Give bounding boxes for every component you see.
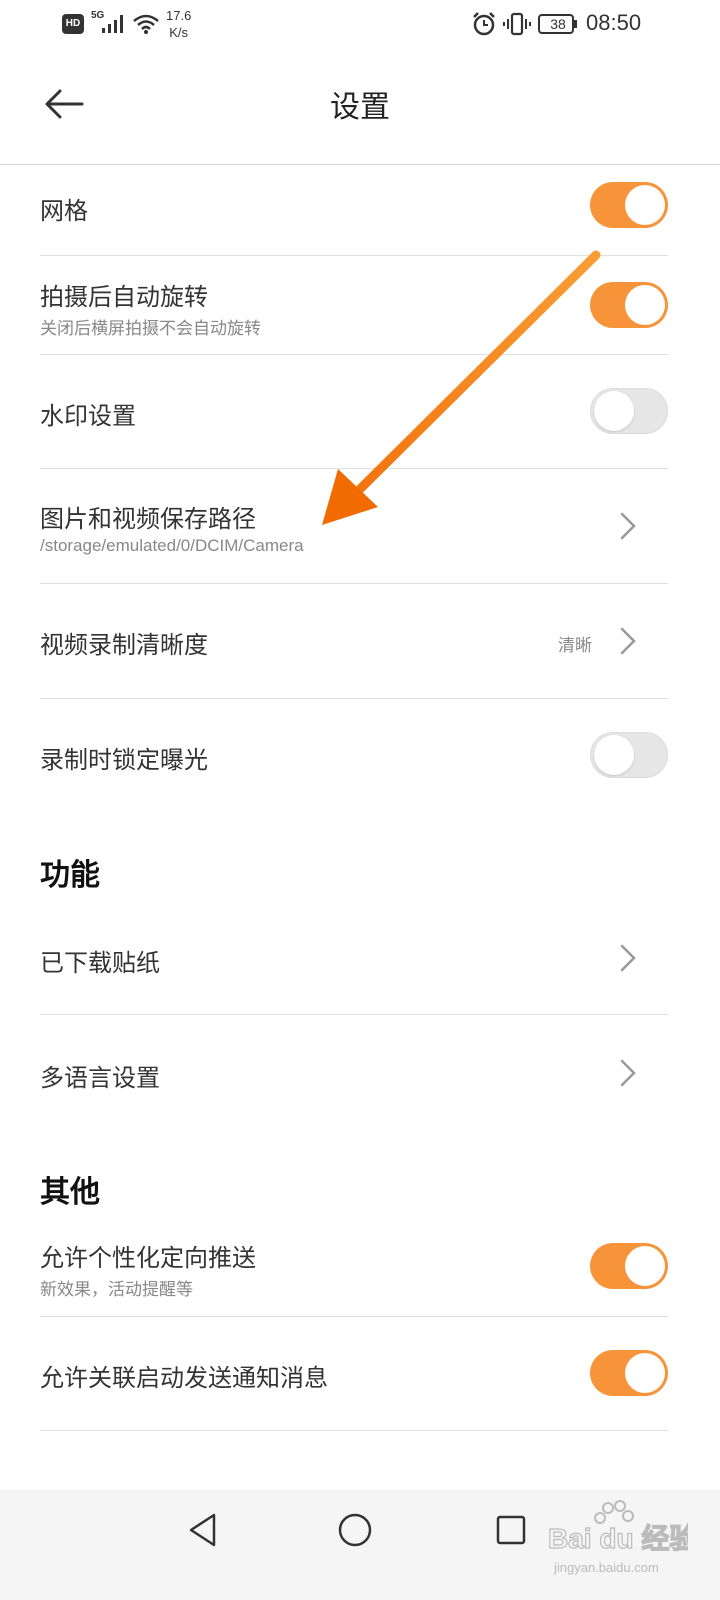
app-header: 设置 [0,50,720,165]
section-title-other: 其他 [40,1175,100,1210]
circle-home-icon[interactable] [337,1512,373,1548]
setting-title: 视频录制清晰度 [40,631,208,659]
setting-video-quality[interactable]: 视频录制清晰度 清晰 [40,584,668,699]
triangle-back-icon[interactable] [186,1512,220,1548]
section-title-features: 功能 [40,858,100,893]
setting-title: 图片和视频保存路径 [40,505,256,533]
setting-downloaded-stickers[interactable]: 已下载贴纸 [40,900,668,1015]
toggle-knob [625,1353,665,1393]
toggle-knob [625,1246,665,1286]
setting-subtitle: /storage/emulated/0/DCIM/Camera [40,536,304,555]
watermark-url: jingyan.baidu.com [553,1560,659,1575]
setting-subtitle: 关闭后横屏拍摄不会自动旋转 [40,319,261,339]
alarm-icon [473,12,495,36]
battery-level: 38 [550,16,566,32]
setting-title: 水印设置 [40,402,136,430]
square-recent-icon[interactable] [495,1514,527,1546]
hd-badge: HD [62,14,84,34]
personalized-push-toggle[interactable] [590,1243,668,1289]
setting-personalized-push[interactable]: 允许个性化定向推送 新效果，活动提醒等 [40,1220,668,1317]
watermark-brand: Bai du 经验 [548,1522,688,1554]
page-title: 设置 [330,90,390,125]
lock-exposure-toggle[interactable] [590,732,668,778]
chevron-right-icon [620,627,636,655]
vibrate-icon [503,12,531,36]
setting-title: 多语言设置 [40,1064,160,1092]
setting-subtitle: 新效果，活动提醒等 [40,1280,193,1300]
setting-languages[interactable]: 多语言设置 [40,1015,668,1130]
speed-value: 17.6 [166,8,192,23]
signal-icon [102,15,123,33]
toggle-knob [625,285,665,325]
status-bar: HD 5G 17.6 K/s 38 08:50 [0,0,720,50]
setting-grid[interactable]: 网格 [40,165,668,256]
toggle-knob [625,185,665,225]
setting-title: 网格 [40,197,88,225]
baidu-logo-icon: Bai du 经验 jingyan.baidu.com [547,1500,698,1575]
setting-value: 清晰 [558,636,592,656]
setting-title: 录制时锁定曝光 [40,746,208,774]
setting-title: 允许关联启动发送通知消息 [40,1364,328,1392]
clock: 08:50 [586,10,642,35]
setting-title: 允许个性化定向推送 [40,1244,256,1272]
setting-title: 拍摄后自动旋转 [40,283,208,311]
setting-linked-notifications[interactable]: 允许关联启动发送通知消息 [40,1317,668,1431]
setting-lock-exposure[interactable]: 录制时锁定曝光 [40,699,668,814]
chevron-right-icon [620,512,636,540]
setting-title: 已下载贴纸 [40,949,160,977]
annotation-arrow-icon [322,250,601,525]
linked-notifications-toggle[interactable] [590,1350,668,1396]
grid-toggle[interactable] [590,182,668,228]
chevron-right-icon [620,944,636,972]
network-speed: 17.6 K/s [166,7,191,41]
wifi-icon [133,14,159,34]
chevron-right-icon [620,1059,636,1087]
speed-unit: K/s [169,25,189,40]
toggle-knob [594,735,634,775]
baidu-jingyan-watermark: Bai du 经验 jingyan.baidu.com [547,1500,698,1580]
